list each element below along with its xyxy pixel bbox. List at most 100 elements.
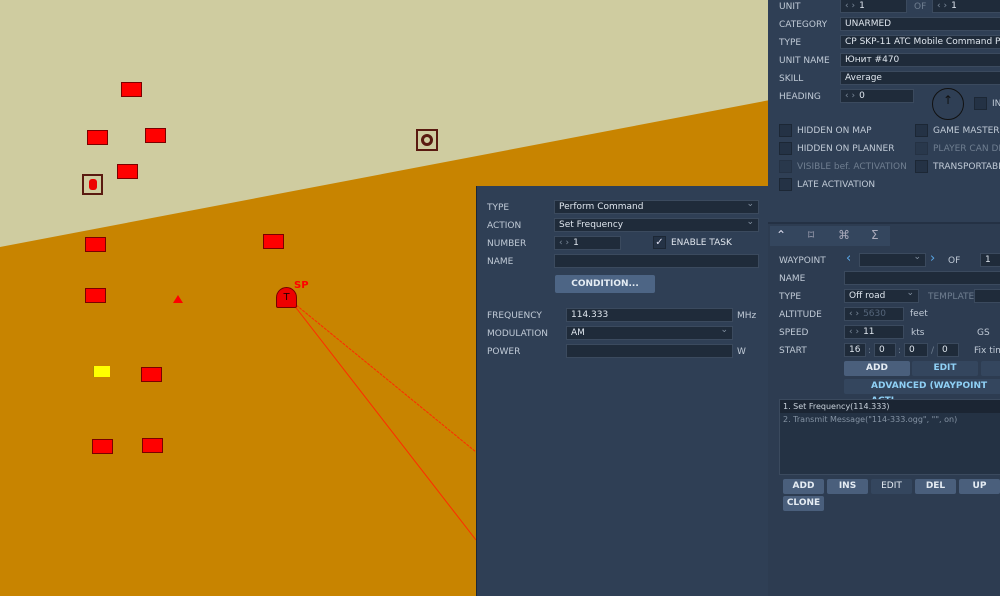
waypoint-select[interactable] (859, 253, 926, 267)
start-label: START (779, 346, 807, 356)
in-label: IN (992, 99, 1000, 109)
unit-icon[interactable] (92, 439, 113, 454)
template-select[interactable] (974, 289, 1000, 303)
condition-button[interactable]: CONDITION... (555, 275, 655, 293)
unit-count-stepper[interactable]: ‹ › 1 (932, 0, 1000, 13)
hidden-on-planner-checkbox[interactable] (779, 142, 792, 155)
fuel-depot-icon[interactable] (82, 174, 103, 195)
speed-label: SPEED (779, 328, 809, 338)
transportable-checkbox[interactable] (915, 160, 928, 173)
action-item[interactable]: 1. Set Frequency(114.333) (780, 400, 1000, 413)
unit-name-input[interactable]: Юнит #470 (840, 53, 1000, 67)
power-unit: W (737, 347, 746, 357)
unit-icon[interactable] (87, 130, 108, 145)
late-activation-label: LATE ACTIVATION (797, 180, 876, 190)
up-action-button[interactable]: UP (959, 479, 1000, 494)
delete-waypoint-button[interactable] (981, 361, 1000, 376)
flag-icon[interactable] (93, 366, 110, 377)
unit-icon[interactable] (85, 237, 106, 252)
unit-icon[interactable] (121, 82, 142, 97)
type-label: TYPE (779, 38, 802, 48)
category-value[interactable]: UNARMED (840, 17, 1000, 31)
route-tabs: ⌃ ⌑ ⌘ Σ (770, 226, 890, 246)
edit-action-button[interactable]: EDIT (871, 479, 912, 494)
add-action-button[interactable]: ADD (783, 479, 824, 494)
category-label: CATEGORY (779, 20, 828, 30)
game-master-checkbox[interactable] (915, 124, 928, 137)
summary-tab-icon[interactable]: Σ (871, 228, 879, 242)
altitude-value: 5630 (863, 309, 886, 319)
altitude-stepper: ‹ › 5630 (844, 307, 904, 321)
hidden-on-map-checkbox[interactable] (779, 124, 792, 137)
unit-stepper[interactable]: ‹ › 1 (840, 0, 907, 13)
unit-icon[interactable] (142, 438, 163, 453)
unit-type-select[interactable]: CP SKP-11 ATC Mobile Command Pos (840, 35, 1000, 49)
unit-icon[interactable] (117, 164, 138, 179)
power-input[interactable] (566, 344, 733, 358)
name-label: NAME (487, 257, 514, 267)
start-point-label: SP (294, 280, 309, 291)
modulation-select[interactable]: AM (566, 326, 733, 340)
heading-dial-icon[interactable]: ↑ (932, 88, 964, 120)
name-input[interactable] (554, 254, 759, 268)
heading-stepper[interactable]: ‹ › 0 (840, 89, 914, 103)
waypoint-count: 1 (980, 253, 1000, 267)
start-seconds-input[interactable]: 0 (904, 343, 928, 357)
speed-value: 11 (863, 327, 875, 337)
actions-list[interactable]: 1. Set Frequency(114.333) 2. Transmit Me… (779, 399, 1000, 475)
next-waypoint-icon[interactable]: › (930, 251, 935, 266)
route-line (289, 299, 477, 541)
unit-icon[interactable] (145, 128, 166, 143)
skill-select[interactable]: Average (840, 71, 1000, 85)
number-stepper[interactable]: ‹ › 1 (554, 236, 621, 250)
skill-label: SKILL (779, 74, 804, 84)
fix-time-label[interactable]: Fix tim (974, 346, 1000, 356)
start-minutes-input[interactable]: 0 (874, 343, 896, 357)
enable-task-checkbox[interactable]: ✓ (653, 236, 666, 249)
add-waypoint-button[interactable]: ADD (844, 361, 910, 376)
clone-action-button[interactable]: CLONE (783, 496, 824, 511)
type-select[interactable]: Perform Command (554, 200, 759, 214)
power-label: POWER (487, 347, 521, 357)
unit-icon[interactable] (85, 288, 106, 303)
in-checkbox[interactable] (974, 97, 987, 110)
waypoint-type-select[interactable]: Off road (844, 289, 919, 303)
waypoint-label: WAYPOINT (779, 256, 826, 266)
altitude-unit: feet (910, 309, 928, 319)
unit-icon[interactable] (263, 234, 284, 249)
start-hours-input[interactable]: 16 (844, 343, 866, 357)
frequency-unit: MHz (737, 311, 757, 321)
advanced-waypoint-actions-button[interactable]: ADVANCED (WAYPOINT ACTI (844, 379, 1000, 406)
visible-before-activation-label: VISIBLE bef. ACTIVATION (797, 162, 907, 172)
waypoint-name-input[interactable] (844, 271, 1000, 285)
action-item[interactable]: 2. Transmit Message("114-333.ogg", "", o… (780, 413, 1000, 426)
edit-waypoint-button[interactable]: EDIT (912, 361, 978, 376)
heading-value: 0 (859, 91, 865, 101)
frequency-label: FREQUENCY (487, 311, 542, 321)
visible-before-activation-checkbox[interactable] (779, 160, 792, 173)
delete-action-button[interactable]: DEL (915, 479, 956, 494)
stepper-arrows-icon[interactable]: ‹ › (559, 238, 569, 248)
unit-icon[interactable] (141, 367, 162, 382)
insert-action-button[interactable]: INS (827, 479, 868, 494)
of-label: OF (914, 2, 927, 12)
action-select[interactable]: Set Frequency (554, 218, 759, 232)
target-tab-icon[interactable]: ⌑ (808, 228, 814, 242)
bunker-icon[interactable] (416, 129, 438, 151)
name-label: NAME (779, 274, 806, 284)
late-activation-checkbox[interactable] (779, 178, 792, 191)
altitude-label: ALTITUDE (779, 310, 822, 320)
waypoint-actions-tab-icon[interactable]: ⌘ (838, 228, 850, 242)
unit-panel: UNIT ‹ › 1 OF ‹ › 1 CATEGORY UNARMED TYPE … (768, 0, 1000, 222)
number-value: 1 (573, 238, 579, 248)
player-can-drive-checkbox[interactable] (915, 142, 928, 155)
route-tab-icon[interactable]: ⌃ (776, 228, 786, 242)
number-label: NUMBER (487, 239, 527, 249)
gs-label: GS (977, 328, 990, 338)
task-panel: TYPE Perform Command ACTION Set Frequenc… (476, 186, 768, 596)
start-days-input[interactable]: 0 (937, 343, 959, 357)
speed-stepper[interactable]: ‹ › 11 (844, 325, 904, 339)
prev-waypoint-icon[interactable]: ‹ (846, 251, 851, 266)
hidden-on-map-label: HIDDEN ON MAP (797, 126, 872, 136)
frequency-input[interactable]: 114.333 (566, 308, 733, 322)
